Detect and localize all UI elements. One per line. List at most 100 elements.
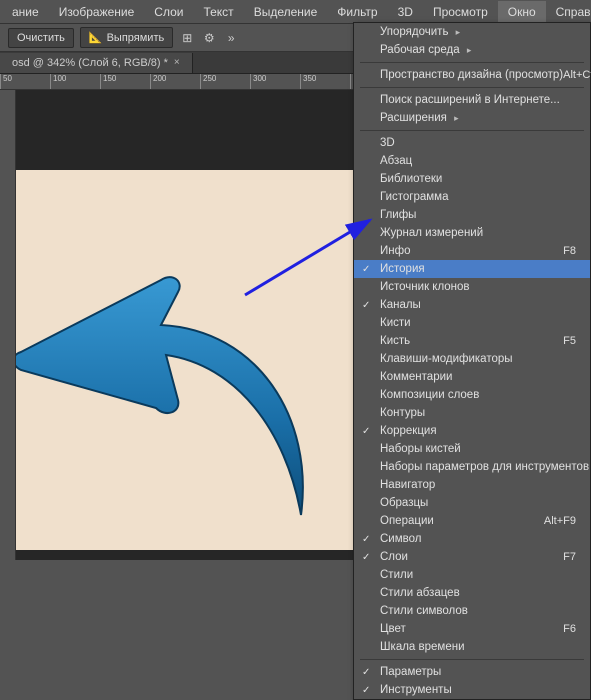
menu-entry-label: Упорядочить ▸ (380, 26, 460, 38)
menu-entry-label: Наборы кистей (380, 443, 461, 455)
menu-entry[interactable]: Стили символов (354, 602, 590, 620)
menu-entry-label: Расширения ▸ (380, 112, 459, 124)
menu-entry-label: Кисти (380, 317, 411, 329)
chevron-right-icon: ▸ (456, 27, 461, 37)
menu-separator (360, 130, 584, 131)
menu-entry[interactable]: Упорядочить ▸ (354, 23, 590, 41)
menu-entry[interactable]: Пространство дизайна (просмотр)Alt+Ctrl+… (354, 66, 590, 84)
menu-separator (360, 87, 584, 88)
menu-entry-label: Параметры (380, 666, 441, 678)
menu-entry-label: Инфо (380, 245, 410, 257)
menu-entry[interactable]: Библиотеки (354, 170, 590, 188)
menu-entry[interactable]: ✓ Параметры (354, 663, 590, 681)
check-icon: ✓ (362, 300, 370, 311)
menu-entry[interactable]: Источник клонов (354, 278, 590, 296)
menu-entry-label: Контуры (380, 407, 425, 419)
straighten-button[interactable]: 📐 Выпрямить (80, 27, 173, 48)
menu-entry[interactable]: Контуры (354, 404, 590, 422)
ruler-vertical[interactable] (0, 90, 16, 560)
menu-entry[interactable]: Поиск расширений в Интернете... (354, 91, 590, 109)
menu-entry-label: Навигатор (380, 479, 435, 491)
menu-entry-label: Каналы (380, 299, 421, 311)
straighten-label: Выпрямить (107, 32, 165, 44)
menu-item[interactable]: Текст (193, 1, 243, 23)
menu-entry[interactable]: Расширения ▸ (354, 109, 590, 127)
shortcut-hint: Alt+Ctrl+` (563, 69, 591, 81)
menu-item[interactable]: 3D (388, 1, 423, 23)
overflow-icon[interactable]: » (223, 30, 239, 46)
shortcut-hint: F8 (563, 245, 576, 257)
ruler-tick: 100 (50, 74, 100, 89)
check-icon: ✓ (362, 667, 370, 678)
menu-entry[interactable]: ✓СлоиF7 (354, 548, 590, 566)
menu-entry[interactable]: Композиции слоев (354, 386, 590, 404)
ruler-tick: 300 (250, 74, 300, 89)
menu-entry-label: 3D (380, 137, 395, 149)
chevron-right-icon: ▸ (467, 45, 472, 55)
menu-entry[interactable]: Наборы кистей (354, 440, 590, 458)
menu-entry-label: Стили символов (380, 605, 468, 617)
menu-entry[interactable]: Наборы параметров для инструментов (354, 458, 590, 476)
menu-entry-label: Слои (380, 551, 408, 563)
menu-entry-label: История (380, 263, 425, 275)
menu-entry-label: Композиции слоев (380, 389, 479, 401)
menu-entry[interactable]: Навигатор (354, 476, 590, 494)
menu-entry[interactable]: Цвет F6 (354, 620, 590, 638)
menu-separator (360, 659, 584, 660)
check-icon: ✓ (362, 685, 370, 696)
menu-entry[interactable]: Стили абзацев (354, 584, 590, 602)
menu-entry-label: Кисть (380, 335, 410, 347)
menu-entry[interactable]: ОперацииAlt+F9 (354, 512, 590, 530)
menu-entry[interactable]: ✓Коррекция (354, 422, 590, 440)
menu-separator (360, 62, 584, 63)
menu-entry[interactable]: Клавиши-модификаторы (354, 350, 590, 368)
menu-entry[interactable]: Шкала времени (354, 638, 590, 656)
menu-entry-label: Глифы (380, 209, 416, 221)
clear-button[interactable]: Очистить (8, 28, 74, 48)
menu-entry[interactable]: Инфо F8 (354, 242, 590, 260)
ruler-tick: 150 (100, 74, 150, 89)
ruler-tick: 350 (300, 74, 350, 89)
menu-entry[interactable]: Образцы (354, 494, 590, 512)
menu-entry[interactable]: Абзац (354, 152, 590, 170)
menu-entry-label: Поиск расширений в Интернете... (380, 94, 560, 106)
menu-item[interactable]: Слои (144, 1, 193, 23)
arrow-shape (16, 270, 336, 530)
menu-entry[interactable]: ✓Символ (354, 530, 590, 548)
menu-entry-label: Абзац (380, 155, 412, 167)
menu-entry-label: Образцы (380, 497, 428, 509)
window-menu-dropdown: Упорядочить ▸ Рабочая среда ▸ Пространство… (353, 22, 591, 700)
menu-entry[interactable]: ✓ Каналы (354, 296, 590, 314)
menu-item[interactable]: Окно (498, 1, 546, 23)
menu-item[interactable]: ание (2, 1, 49, 23)
menu-item[interactable]: Просмотр (423, 1, 498, 23)
menu-entry[interactable]: Кисти (354, 314, 590, 332)
gear-icon[interactable]: ⚙ (201, 30, 217, 46)
menu-entry[interactable]: Глифы (354, 206, 590, 224)
menu-item[interactable]: Выделение (244, 1, 328, 23)
menu-item[interactable]: Фильтр (327, 1, 387, 23)
grid-icon[interactable]: ⊞ (179, 30, 195, 46)
close-icon[interactable]: × (174, 57, 180, 68)
menu-entry[interactable]: ✓Инструменты (354, 681, 590, 699)
menu-entry[interactable]: Комментарии (354, 368, 590, 386)
menu-item[interactable]: Справка (546, 1, 591, 23)
shortcut-hint: F7 (563, 551, 576, 563)
menu-entry-label: Пространство дизайна (просмотр) (380, 69, 563, 81)
ruler-icon: 📐 (89, 31, 103, 44)
document-tab-label: osd @ 342% (Слой 6, RGB/8) * (12, 57, 168, 69)
menu-entry[interactable]: Гистограмма (354, 188, 590, 206)
menu-item[interactable]: Изображение (49, 1, 145, 23)
menu-entry[interactable]: 3D (354, 134, 590, 152)
menu-entry[interactable]: ✓История (354, 260, 590, 278)
shortcut-hint: F6 (563, 623, 576, 635)
menu-entry[interactable]: Стили (354, 566, 590, 584)
menu-entry[interactable]: Рабочая среда ▸ (354, 41, 590, 59)
menu-entry-label: Гистограмма (380, 191, 448, 203)
check-icon: ✓ (362, 534, 370, 545)
ruler-tick: 250 (200, 74, 250, 89)
menu-entry-label: Цвет (380, 623, 406, 635)
document-tab[interactable]: osd @ 342% (Слой 6, RGB/8) * × (0, 53, 193, 73)
menu-entry[interactable]: Журнал измерений (354, 224, 590, 242)
menu-entry[interactable]: КистьF5 (354, 332, 590, 350)
